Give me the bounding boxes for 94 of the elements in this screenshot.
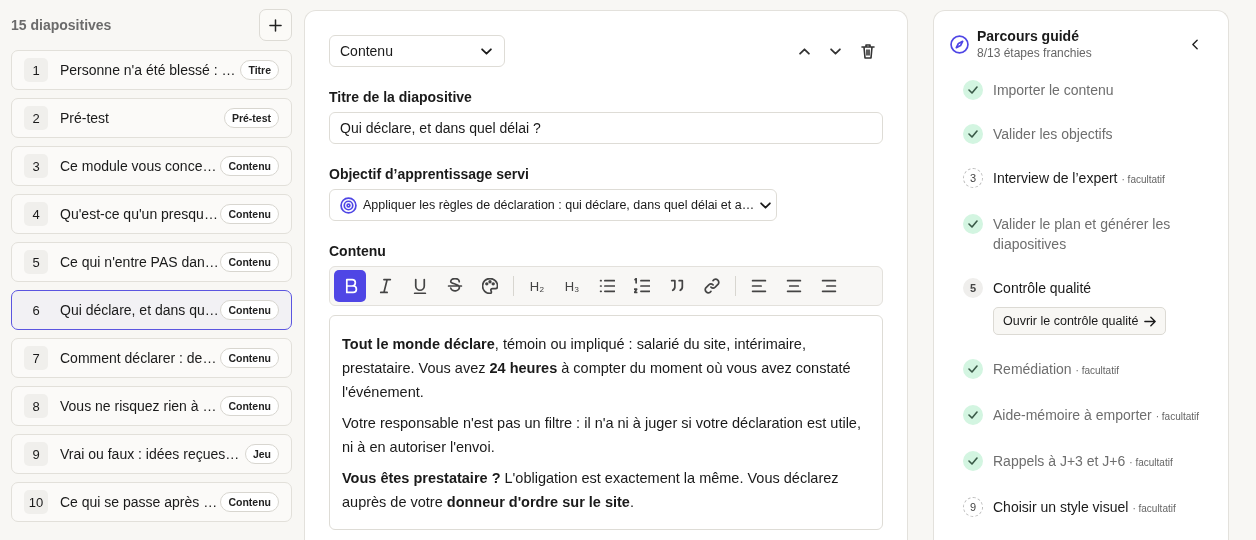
slide-number: 8 (24, 394, 48, 418)
step-label[interactable]: Remédiation · facultatif (993, 359, 1119, 381)
slide-title: Pré-test (60, 110, 110, 126)
title-input[interactable]: Qui déclare, et dans quel délai ? (329, 112, 883, 144)
delete-button[interactable] (861, 43, 875, 59)
trash-icon (861, 43, 875, 59)
slide-type-select[interactable]: Contenu (329, 35, 505, 67)
add-slide-button[interactable] (259, 9, 292, 41)
optional-note: · facultatif (1129, 457, 1173, 468)
slide-type-badge: Contenu (220, 300, 279, 320)
collapse-button[interactable] (1192, 38, 1198, 50)
slide-item[interactable]: 6 Qui déclare, et dans qu… Contenu (11, 290, 292, 330)
slide-title: Ce module vous conce… (60, 158, 213, 174)
slide-item[interactable]: 9 Vrai ou faux : idées reçues… Jeu (11, 434, 292, 474)
heading-button[interactable]: H₃ (556, 270, 588, 302)
quote-icon (669, 278, 685, 294)
link-icon (704, 278, 720, 294)
slide-item[interactable]: 4 Qu'est-ce qu'un presqu… Contenu (11, 194, 292, 234)
progress-text: 8/13 étapes franchies (977, 46, 1093, 60)
slide-type-badge: Contenu (220, 252, 279, 272)
optional-note: · facultatif (1155, 411, 1200, 422)
chevron-down-icon (760, 201, 772, 209)
chevron-left-icon (1192, 38, 1198, 50)
slide-number: 10 (24, 490, 48, 514)
slide-number: 2 (24, 106, 48, 130)
italic-icon (377, 278, 393, 294)
chevron-down-icon (481, 47, 492, 55)
optional-note: · facultatif (1121, 174, 1165, 185)
align-right-icon (821, 278, 837, 294)
slide-number: 5 (24, 250, 48, 274)
field-label: Contenu (329, 243, 387, 259)
slide-item[interactable]: 1 Personne n'a été blessé : … Titre (11, 50, 292, 90)
compass-icon (950, 34, 969, 54)
slide-item[interactable]: 10 Ce qui se passe après … Contenu (11, 482, 292, 522)
slide-number: 6 (31, 301, 41, 320)
step-label[interactable]: Valider le plan et générer les diapositives (993, 214, 1212, 254)
underline-icon (412, 278, 428, 294)
slide-item[interactable]: 7 Comment déclarer : de… Contenu (11, 338, 292, 378)
slide-type-badge: Contenu (220, 204, 279, 224)
slide-number: 9 (24, 442, 48, 466)
step-label[interactable]: Valider les objectifs (993, 124, 1113, 144)
slide-item[interactable]: 8 Vous ne risquez rien à … Contenu (11, 386, 292, 426)
step-label[interactable]: Interview de l’expert · facultatif (993, 168, 1165, 190)
slide-type-badge: Titre (240, 60, 279, 80)
palette-icon (482, 278, 498, 294)
step-number: 5 (963, 278, 983, 298)
step-label[interactable]: Rappels à J+3 et J+6 · facultatif (993, 451, 1173, 473)
objective-select[interactable]: Appliquer les règles de déclaration : qui déclare, dans quel délai et a… (329, 189, 777, 221)
step-label[interactable]: Importer le contenu (993, 80, 1114, 100)
align-left-icon (751, 278, 767, 294)
open-quality-check-button[interactable]: Ouvrir le contrôle qualité (993, 307, 1167, 335)
paragraph: Vous êtes prestataire ? L'obligation est exactement la même. Vous déclarez auprès de votre donneur d'ordre sur le site. (342, 469, 840, 512)
slide-number: 1 (24, 58, 48, 82)
slide-number: 4 (24, 202, 48, 226)
move-up-button[interactable] (799, 47, 810, 55)
slide-title: Vous ne risquez rien à … (60, 398, 213, 414)
field-label: Titre de la diapositive (329, 89, 473, 105)
target-icon (340, 196, 357, 214)
slide-count: 15 diapositives (11, 17, 112, 33)
paragraph: Tout le monde déclare, témoin ou impliqué : salarié du site, intérimaire, prestataire. Vous avez 24 heures à compter du moment où vous avez constaté l'événement. (342, 335, 852, 402)
bold-button[interactable] (334, 270, 366, 302)
optional-note: · facultatif (1075, 365, 1119, 376)
slide-title: Comment déclarer : de… (60, 350, 213, 366)
slide-type-badge: Contenu (220, 396, 279, 416)
move-down-button[interactable] (830, 47, 841, 55)
optional-note: · facultatif (1132, 503, 1176, 514)
slide-item[interactable]: 5 Ce qui n'entre PAS dan… Contenu (11, 242, 292, 282)
chevron-up-icon (799, 47, 810, 55)
align-center-icon (786, 278, 802, 294)
field-label: Objectif d’apprentissage servi (329, 166, 530, 182)
slide-type-badge: Contenu (220, 348, 279, 368)
step-label[interactable]: Contrôle qualité (993, 278, 1092, 298)
paragraph: Votre responsable n'est pas un filtre : il n'a ni à juger si votre déclaration est utile, ni à en autoriser l'envoi. (342, 414, 862, 457)
slide-number: 7 (24, 346, 48, 370)
slide-title: Vrai ou faux : idées reçues… (60, 446, 237, 462)
slide-item[interactable]: 3 Ce module vous conce… Contenu (11, 146, 292, 186)
step-label[interactable]: Aide-mémoire à emporter · facultatif (993, 405, 1200, 427)
slide-item[interactable]: 2 Pré-test Pré-test (11, 98, 292, 138)
rich-text-editor[interactable] (329, 315, 883, 530)
panel-title: Parcours guidé (977, 28, 1080, 44)
slide-type-badge: Jeu (244, 444, 279, 464)
numbered-icon (634, 278, 650, 294)
slide-type-badge: Contenu (220, 156, 279, 176)
chevron-down-icon (830, 47, 841, 55)
heading-button[interactable]: H₂ (521, 270, 553, 302)
bullets-icon (599, 278, 615, 294)
slide-title: Personne n'a été blessé : … (60, 62, 233, 78)
arrow-right-icon (1144, 315, 1157, 327)
slide-type-badge: Contenu (220, 492, 279, 512)
step-label[interactable]: Choisir un style visuel · facultatif (993, 497, 1176, 519)
slide-number: 3 (24, 154, 48, 178)
strike-icon (447, 278, 463, 294)
plus-icon (269, 18, 282, 32)
slide-type-badge: Pré-test (223, 108, 279, 128)
